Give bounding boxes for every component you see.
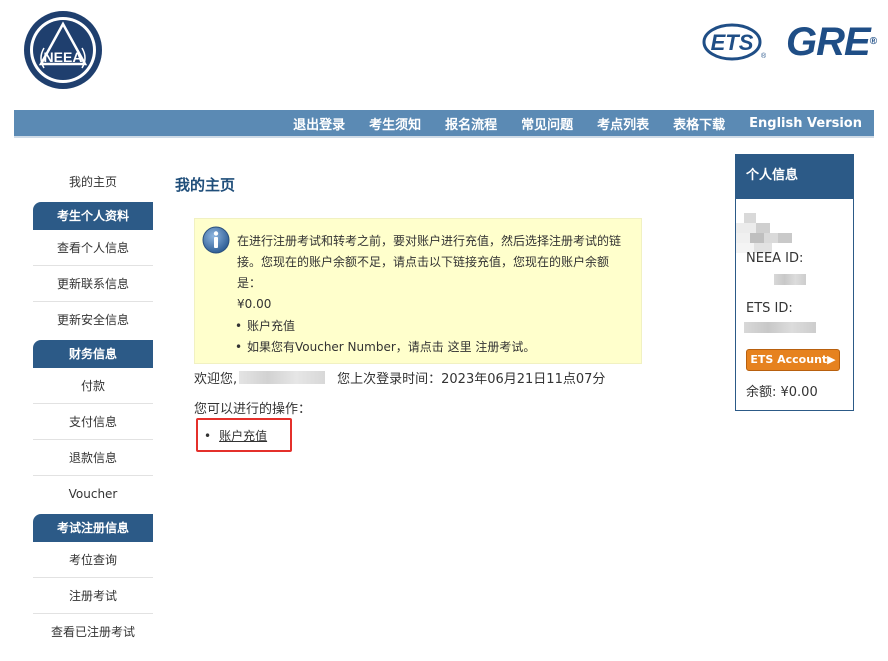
nav-test-centers[interactable]: 考点列表 xyxy=(597,114,649,133)
svg-text:®: ® xyxy=(761,52,766,60)
sidebar-item-home[interactable]: 我的主页 xyxy=(33,164,153,200)
sidebar-item-pay[interactable]: 付款 xyxy=(33,368,153,404)
sidebar-item-update-security[interactable]: 更新安全信息 xyxy=(33,302,153,338)
neea-logo: NEEA xyxy=(24,11,102,89)
blurred-neea-id xyxy=(774,274,806,285)
blurred-ets-id xyxy=(744,322,816,333)
ets-account-button-label: ETS Account xyxy=(750,353,828,366)
nav-candidate-notice[interactable]: 考生须知 xyxy=(369,114,421,133)
panel-title: 个人信息 xyxy=(736,155,853,199)
ets-id-label: ETS ID: xyxy=(746,301,793,316)
action-recharge: • 账户充值 xyxy=(204,427,267,444)
neea-logo-text: NEEA xyxy=(44,49,83,65)
nav-registration-process[interactable]: 报名流程 xyxy=(445,114,497,133)
play-arrow-icon: ▶ xyxy=(827,353,836,366)
notice-balance: ¥0.00 xyxy=(237,297,272,311)
sidebar-section-exam: 考试注册信息 xyxy=(33,514,153,542)
page-title: 我的主页 xyxy=(175,176,236,194)
personal-info-panel: 个人信息 NEEA ID: ETS ID: ETS Account▶ 余额: ¥… xyxy=(735,154,854,411)
sidebar-item-seat-query[interactable]: 考位查询 xyxy=(33,542,153,578)
ets-account-button[interactable]: ETS Account▶ xyxy=(746,349,840,371)
recharge-link[interactable]: 账户充值 xyxy=(219,429,267,443)
blurred-avatar xyxy=(736,213,792,253)
top-nav: 退出登录 考生须知 报名流程 常见问题 考点列表 表格下载 English Ve… xyxy=(14,110,874,138)
notice-box: 在进行注册考试和转考之前，要对账户进行充值，然后选择注册考试的链接。您现在的账户… xyxy=(194,218,642,364)
last-login-time: 您上次登录时间：2023年06月21日11点07分 xyxy=(337,372,606,387)
sidebar-item-refund-info[interactable]: 退款信息 xyxy=(33,440,153,476)
nav-logout[interactable]: 退出登录 xyxy=(293,114,345,133)
ets-logo: ETS ® xyxy=(702,23,766,61)
welcome-line: 欢迎您, 您上次登录时间：2023年06月21日11点07分 xyxy=(194,368,605,387)
welcome-prefix: 欢迎您, xyxy=(194,372,238,387)
neea-id-label: NEEA ID: xyxy=(746,251,804,266)
gre-logo: GRE® xyxy=(786,20,877,64)
nav-faq[interactable]: 常见问题 xyxy=(521,114,573,133)
sidebar-section-profile: 考生个人资料 xyxy=(33,202,153,230)
notice-bullet-voucher[interactable]: 如果您有Voucher Number，请点击 这里 注册考试。 xyxy=(235,337,631,358)
gre-logo-text: GRE xyxy=(786,20,871,64)
info-icon xyxy=(202,226,230,254)
sidebar: 我的主页 考生个人资料 查看个人信息 更新联系信息 更新安全信息 财务信息 付款… xyxy=(33,164,153,650)
nav-forms-download[interactable]: 表格下载 xyxy=(673,114,725,133)
sidebar-section-finance: 财务信息 xyxy=(33,340,153,368)
ets-logo-text: ETS xyxy=(711,30,754,55)
blurred-username xyxy=(239,371,326,384)
bullet-dot: • xyxy=(204,429,212,443)
sidebar-item-view-registered[interactable]: 查看已注册考试 xyxy=(33,614,153,650)
notice-list: 账户充值 如果您有Voucher Number，请点击 这里 注册考试。 xyxy=(235,316,631,358)
sidebar-item-update-contact[interactable]: 更新联系信息 xyxy=(33,266,153,302)
notice-bullet-recharge[interactable]: 账户充值 xyxy=(235,316,631,337)
sidebar-item-register-exam[interactable]: 注册考试 xyxy=(33,578,153,614)
notice-text: 在进行注册考试和转考之前，要对账户进行充值，然后选择注册考试的链接。您现在的账户… xyxy=(237,234,622,290)
sidebar-item-voucher[interactable]: Voucher xyxy=(33,476,153,512)
sidebar-item-payment-info[interactable]: 支付信息 xyxy=(33,404,153,440)
available-operations-label: 您可以进行的操作： xyxy=(194,402,312,417)
nav-english-version[interactable]: English Version xyxy=(749,116,862,131)
sidebar-item-view-profile[interactable]: 查看个人信息 xyxy=(33,230,153,266)
account-balance: 余额: ¥0.00 xyxy=(746,385,818,400)
